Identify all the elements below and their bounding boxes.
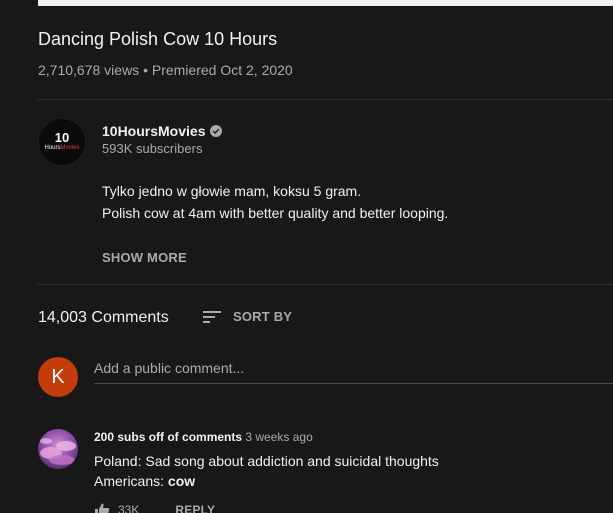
description-line: Tylko jedno w głowie mam, koksu 5 gram. bbox=[102, 183, 362, 199]
comment-header: 200 subs off of comments 3 weeks ago bbox=[94, 430, 313, 444]
comment-input-container[interactable] bbox=[94, 358, 613, 384]
sort-by-button[interactable]: SORT BY bbox=[203, 309, 292, 324]
watch-page: Dancing Polish Cow 10 Hours 2,710,678 vi… bbox=[0, 0, 613, 513]
channel-name[interactable]: 10HoursMovies bbox=[102, 123, 223, 139]
channel-avatar-number: 10 bbox=[54, 130, 70, 145]
like-count: 33K bbox=[118, 503, 140, 513]
divider-middle bbox=[38, 284, 613, 285]
user-avatar[interactable]: K bbox=[38, 357, 78, 397]
video-player-edge[interactable] bbox=[38, 0, 613, 6]
channel-avatar[interactable]: 10 HoursMovies bbox=[38, 118, 86, 166]
description-line: Polish cow at 4am with better quality an… bbox=[102, 205, 449, 221]
show-more-button[interactable]: SHOW MORE bbox=[102, 250, 187, 265]
video-description: Tylko jedno w głowie mam, koksu 5 gram. … bbox=[102, 180, 448, 224]
channel-name-text[interactable]: 10HoursMovies bbox=[102, 123, 205, 139]
reply-button[interactable]: REPLY bbox=[175, 503, 215, 513]
video-meta: 2,710,678 views • Premiered Oct 2, 2020 bbox=[38, 62, 293, 78]
channel-avatar-wordmark: HoursMovies bbox=[44, 145, 80, 151]
comment-text: Poland: Sad song about addiction and sui… bbox=[94, 451, 439, 491]
comment-input[interactable] bbox=[94, 358, 613, 378]
sort-icon bbox=[203, 310, 221, 323]
comment-time[interactable]: 3 weeks ago bbox=[245, 430, 312, 444]
video-title: Dancing Polish Cow 10 Hours bbox=[38, 29, 278, 49]
divider-top bbox=[38, 99, 613, 100]
comment-line: Americans: cow bbox=[94, 473, 196, 489]
sort-by-label: SORT BY bbox=[233, 309, 293, 324]
comment-author[interactable]: 200 subs off of comments bbox=[94, 430, 242, 444]
subscriber-count: 593K subscribers bbox=[102, 141, 203, 156]
commenter-avatar[interactable] bbox=[38, 429, 78, 469]
comment-actions: 33K REPLY bbox=[94, 502, 215, 513]
thumbs-up-icon[interactable] bbox=[94, 502, 110, 513]
comment-line: Poland: Sad song about addiction and sui… bbox=[94, 453, 439, 469]
check-circle-icon bbox=[210, 125, 223, 137]
comments-count: 14,003 Comments bbox=[38, 309, 169, 326]
